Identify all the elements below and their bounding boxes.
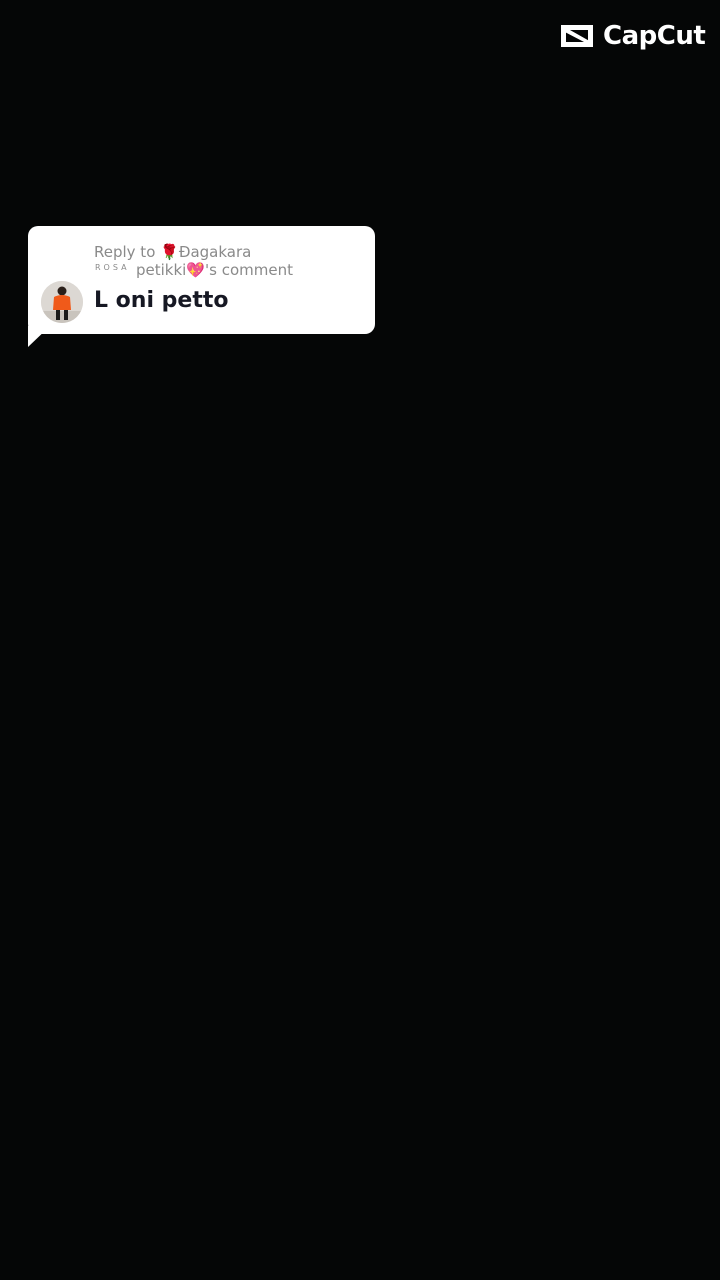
reply-prefix: Reply to — [94, 243, 161, 261]
reply-header-line-2: petikki💖's comment — [136, 261, 293, 279]
capcut-watermark: CapCut — [558, 18, 706, 54]
comment-text: L oni petto — [94, 288, 229, 313]
reply-username-line-2: petikki — [136, 261, 187, 279]
capcut-brand-text: CapCut — [603, 21, 706, 51]
capcut-logo-icon — [558, 21, 596, 51]
rose-emoji-icon: 🌹 — [160, 243, 179, 261]
video-frame: CapCut Reply to 🌹Đagakara ROSA petikki💖'… — [0, 0, 720, 1280]
rosa-tag: ROSA — [95, 263, 130, 272]
reply-comment-bubble: Reply to 🌹Đagakara ROSA petikki💖's comme… — [28, 226, 375, 347]
user-avatar — [41, 281, 83, 323]
reply-username-line-1: Đagakara — [178, 243, 252, 261]
heart-emoji-icon: 💖 — [186, 261, 206, 279]
reply-suffix: 's comment — [205, 261, 294, 279]
reply-header-line-1: Reply to 🌹Đagakara — [94, 243, 251, 261]
bubble-tail — [28, 326, 50, 347]
